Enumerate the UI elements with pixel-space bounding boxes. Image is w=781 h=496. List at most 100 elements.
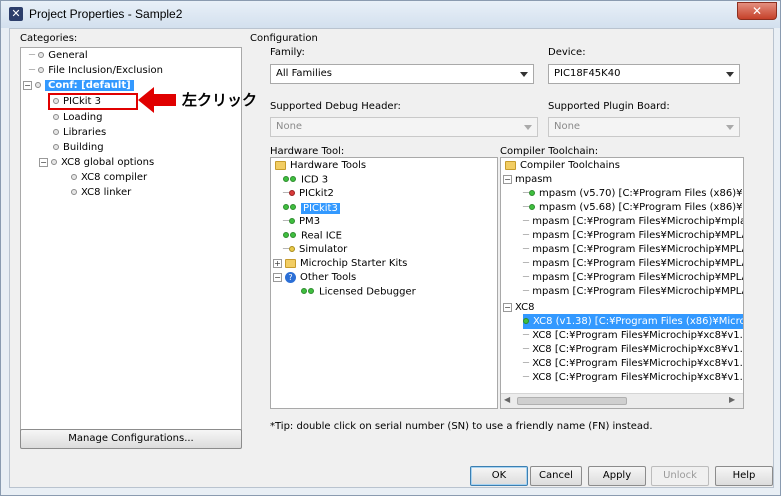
family-label: Family: bbox=[270, 47, 305, 58]
hardware-tool-tree[interactable]: Hardware Tools ICD 3 ─ PICkit2 PICkit3 ─ P… bbox=[270, 157, 498, 409]
toolchain-item-mpasm-568[interactable]: ─mpasm (v5.68) [C:¥Program Files (x86)¥M… bbox=[523, 200, 743, 215]
tree-root-hardware-tools[interactable]: Hardware Tools bbox=[275, 158, 366, 173]
toolchain-item-mpasm-mplabx-5[interactable]: ─ mpasm [C:¥Program Files¥Microchip¥MPLA… bbox=[523, 284, 743, 299]
pickit3-highlight-box bbox=[48, 93, 138, 110]
folder-icon bbox=[275, 160, 286, 170]
tree-item-label: Hardware Tools bbox=[290, 160, 367, 171]
tree-item-conf-default[interactable]: − Conf: [default] bbox=[23, 78, 134, 93]
node-icon bbox=[35, 82, 41, 88]
collapse-icon[interactable]: − bbox=[503, 302, 512, 312]
tree-item-label: PICkit2 bbox=[299, 188, 334, 199]
tree-item-xc8-compiler[interactable]: XC8 compiler bbox=[71, 170, 147, 185]
family-select[interactable]: All Families bbox=[270, 64, 534, 84]
tree-item-xc8-global[interactable]: − XC8 global options bbox=[39, 155, 154, 170]
scroll-right-icon[interactable]: ▶ bbox=[729, 395, 735, 404]
horizontal-scrollbar[interactable]: ◀ ▶ bbox=[501, 393, 743, 408]
collapse-icon[interactable]: − bbox=[23, 80, 32, 90]
toolchain-item-xc8-137[interactable]: ─ XC8 [C:¥Program Files¥Microchip¥xc8¥v1… bbox=[523, 370, 743, 385]
toolchain-item-xc8-132[interactable]: ─ XC8 [C:¥Program Files¥Microchip¥xc8¥v1… bbox=[523, 328, 743, 343]
configuration-label: Configuration bbox=[250, 33, 318, 44]
tree-item-label: Building bbox=[63, 142, 104, 153]
tree-item-label: Microchip Starter Kits bbox=[300, 258, 408, 269]
red-dot-icon bbox=[289, 190, 296, 196]
green-dot-icon bbox=[523, 318, 529, 324]
help-button[interactable]: Help bbox=[715, 466, 773, 486]
hw-item-pm3[interactable]: ─ PM3 bbox=[283, 214, 320, 229]
debug-header-select[interactable]: None bbox=[270, 117, 538, 137]
hw-item-licensed-debugger[interactable]: Licensed Debugger bbox=[301, 284, 416, 299]
yellow-dot-icon bbox=[289, 246, 296, 252]
hw-item-icd3[interactable]: ICD 3 bbox=[283, 172, 328, 187]
tree-item-file-inclusion[interactable]: ─ File Inclusion/Exclusion bbox=[29, 63, 163, 78]
tree-item-label: XC8 [C:¥Program Files¥Microchip¥xc8¥v1.3… bbox=[532, 358, 743, 369]
title-bar[interactable]: ✕ Project Properties - Sample2 ✕ bbox=[1, 1, 780, 28]
hw-item-real-ice[interactable]: Real ICE bbox=[283, 228, 342, 243]
hw-item-simulator[interactable]: ─ Simulator bbox=[283, 242, 347, 257]
ok-button[interactable]: OK bbox=[470, 466, 528, 486]
manage-configurations-button[interactable]: Manage Configurations... bbox=[20, 429, 242, 449]
tree-item-label: XC8 linker bbox=[81, 187, 132, 198]
compiler-toolchain-tree[interactable]: Compiler Toolchains − mpasm ─ mpasm (v5.70… bbox=[500, 157, 744, 409]
toolchain-item-mpasm-mplabx-1[interactable]: ─ mpasm [C:¥Program Files¥Microchip¥MPLA… bbox=[523, 228, 743, 243]
tree-item-label: mpasm [C:¥Program Files¥Microchip¥MPLABX… bbox=[532, 272, 743, 283]
apply-button[interactable]: Apply bbox=[588, 466, 646, 486]
tree-item-libraries[interactable]: Libraries bbox=[53, 125, 106, 140]
tree-item-label: File Inclusion/Exclusion bbox=[48, 65, 163, 76]
expand-icon[interactable]: + bbox=[273, 258, 282, 268]
green-dots-icon bbox=[283, 200, 297, 215]
family-value: All Families bbox=[276, 68, 332, 79]
tree-item-loading[interactable]: Loading bbox=[53, 110, 102, 125]
tree-item-label: Other Tools bbox=[300, 272, 357, 283]
close-button[interactable]: ✕ bbox=[737, 2, 777, 20]
toolchain-item-xc8-135[interactable]: ─ XC8 [C:¥Program Files¥Microchip¥xc8¥v1… bbox=[523, 342, 743, 357]
device-label: Device: bbox=[548, 47, 586, 58]
collapse-icon[interactable]: − bbox=[39, 157, 48, 167]
hw-item-starter-kits[interactable]: + Microchip Starter Kits bbox=[273, 256, 407, 271]
netbeans-icon: ✕ bbox=[9, 7, 23, 21]
chevron-down-icon bbox=[726, 72, 734, 77]
unlock-button[interactable]: Unlock bbox=[651, 466, 709, 486]
plugin-board-select[interactable]: None bbox=[548, 117, 740, 137]
tree-item-xc8-linker[interactable]: XC8 linker bbox=[71, 185, 131, 200]
node-icon bbox=[71, 189, 77, 195]
node-icon bbox=[53, 144, 59, 150]
collapse-icon[interactable]: − bbox=[503, 174, 512, 184]
device-value: PIC18F45K40 bbox=[554, 68, 621, 79]
toolchain-item-mpasm-mplabx-3[interactable]: ─ mpasm [C:¥Program Files¥Microchip¥MPLA… bbox=[523, 256, 743, 271]
categories-label: Categories: bbox=[20, 33, 78, 44]
help-icon: ? bbox=[285, 271, 296, 283]
scrollbar-thumb[interactable] bbox=[517, 397, 627, 405]
toolchain-item-mpasm-mplabx-2[interactable]: ─ mpasm [C:¥Program Files¥Microchip¥MPLA… bbox=[523, 242, 743, 257]
toolchain-item-mpasm-570[interactable]: ─mpasm (v5.70) [C:¥Program Files (x86)¥M… bbox=[523, 186, 743, 201]
tree-item-label: XC8 compiler bbox=[81, 172, 148, 183]
tree-item-general[interactable]: ─ General bbox=[29, 48, 88, 63]
tree-item-label: Conf: [default] bbox=[45, 80, 134, 91]
hw-item-pickit3[interactable]: PICkit3 bbox=[283, 200, 340, 215]
green-dots-icon bbox=[283, 172, 297, 187]
hw-item-other-tools[interactable]: −? Other Tools bbox=[273, 270, 356, 285]
window-title: Project Properties - Sample2 bbox=[29, 7, 183, 21]
chevron-down-icon bbox=[726, 125, 734, 130]
toolchain-item-xc8-138[interactable]: XC8 (v1.38) [C:¥Program Files (x86)¥Micr… bbox=[523, 314, 744, 329]
device-select[interactable]: PIC18F45K40 bbox=[548, 64, 740, 84]
hw-item-pickit2[interactable]: ─ PICkit2 bbox=[283, 186, 334, 201]
scroll-left-icon[interactable]: ◀ bbox=[504, 395, 510, 404]
tree-item-label: mpasm (v5.68) [C:¥Program Files (x86)¥Mi… bbox=[539, 202, 743, 213]
tree-item-label: XC8 [C:¥Program Files¥Microchip¥xc8¥v1.3… bbox=[532, 372, 743, 383]
hardware-tool-label: Hardware Tool: bbox=[270, 146, 345, 157]
node-icon bbox=[71, 174, 77, 180]
tree-root-compiler-toolchains[interactable]: Compiler Toolchains bbox=[505, 158, 620, 173]
toolchain-item-xc8-136[interactable]: ─ XC8 [C:¥Program Files¥Microchip¥xc8¥v1… bbox=[523, 356, 743, 371]
node-icon bbox=[53, 114, 59, 120]
toolchain-item-mpasm-mplabx-4[interactable]: ─ mpasm [C:¥Program Files¥Microchip¥MPLA… bbox=[523, 270, 743, 285]
toolchain-item-mpasm-c18[interactable]: ─ mpasm [C:¥Program Files¥Microchip¥mpla… bbox=[523, 214, 743, 229]
tree-item-label: XC8 bbox=[515, 302, 535, 313]
tree-item-building[interactable]: Building bbox=[53, 140, 104, 155]
tree-item-label: mpasm [C:¥Program Files¥Microchip¥MPLABX… bbox=[532, 258, 743, 269]
toolchain-group-xc8[interactable]: − XC8 bbox=[503, 300, 534, 315]
tree-item-label: Simulator bbox=[299, 244, 348, 255]
tree-item-label: XC8 (v1.38) [C:¥Program Files (x86)¥Micr… bbox=[533, 316, 744, 327]
cancel-button[interactable]: Cancel bbox=[530, 466, 582, 486]
collapse-icon[interactable]: − bbox=[273, 272, 282, 282]
toolchain-group-mpasm[interactable]: − mpasm bbox=[503, 172, 552, 187]
